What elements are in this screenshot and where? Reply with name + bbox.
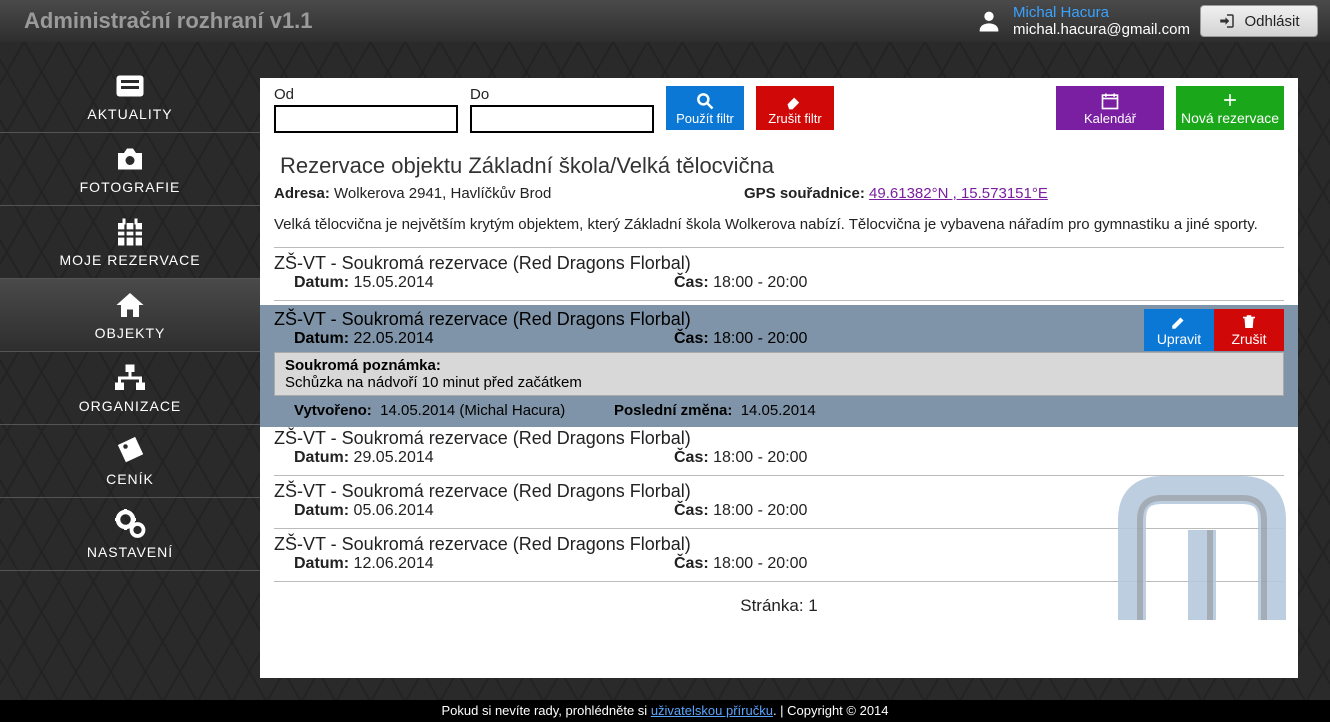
address-label: Adresa: (274, 185, 330, 202)
user-name: Michal Hacura (1013, 4, 1190, 21)
gps-label: GPS souřadnice: (744, 185, 865, 202)
nav-aktuality[interactable]: AKTUALITY (0, 60, 260, 133)
apply-filter-button[interactable]: Použít filtr (666, 86, 744, 130)
filter-to: Do (470, 86, 654, 133)
reservation-title: ZŠ-VT - Soukromá rezervace (Red Dragons … (274, 428, 1284, 449)
nav-nastaveni[interactable]: NASTAVENÍ (0, 498, 260, 571)
calendar-button[interactable]: Kalendář (1056, 86, 1164, 130)
objekty-icon (112, 287, 148, 323)
reservation-title: ZŠ-VT - Soukromá rezervace (Red Dragons … (274, 309, 1284, 330)
nav-label: OBJEKTY (0, 325, 260, 341)
sidebar: AKTUALITY FOTOGRAFIE MOJE REZERVACE OBJEKTY… (0, 60, 260, 571)
aktuality-icon (112, 68, 148, 104)
new-reservation-button[interactable]: Nová rezervace (1176, 86, 1284, 130)
reservation-title: ZŠ-VT - Soukromá rezervace (Red Dragons … (274, 253, 1284, 274)
nav-label: MOJE REZERVACE (0, 252, 260, 268)
nav-label: FOTOGRAFIE (0, 179, 260, 195)
nav-fotografie[interactable]: FOTOGRAFIE (0, 133, 260, 206)
reset-filter-button[interactable]: Zrušit filtr (756, 86, 834, 130)
nav-label: NASTAVENÍ (0, 544, 260, 560)
footer: Pokud si nevíte rady, prohlédněte si uži… (0, 700, 1330, 722)
reservation-row-selected[interactable]: ZŠ-VT - Soukromá rezervace (Red Dragons … (260, 305, 1298, 427)
fotografie-icon (112, 141, 148, 177)
plus-icon (1220, 90, 1240, 110)
user-block[interactable]: Michal Hacura michal.hacura@gmail.com (975, 4, 1190, 38)
nastaveni-icon (112, 506, 148, 542)
user-icon (975, 7, 1003, 35)
edit-button[interactable]: Upravit (1144, 309, 1214, 351)
nav-cenik[interactable]: CENÍK (0, 425, 260, 498)
from-input[interactable] (274, 105, 458, 133)
object-title: Rezervace objektu Základní škola/Velká t… (274, 139, 1284, 185)
address-value: Wolkerova 2941, Havlíčkův Brod (334, 185, 551, 202)
app-title: Administrační rozhraní v1.1 (0, 8, 975, 34)
to-label: Do (470, 86, 654, 103)
nav-label: CENÍK (0, 471, 260, 487)
calendar-icon (1100, 91, 1120, 111)
object-description: Velká tělocvična je největším krytým obj… (274, 210, 1284, 243)
to-input[interactable] (470, 105, 654, 133)
nav-label: ORGANIZACE (0, 398, 260, 414)
manual-link[interactable]: uživatelskou příručku (651, 703, 773, 718)
delete-button[interactable]: Zrušit (1214, 309, 1284, 351)
main-panel: Od Do Použít filtr Zrušit filtr Kalendář… (260, 78, 1298, 678)
reservation-row[interactable]: ZŠ-VT - Soukromá rezervace (Red Dragons … (274, 427, 1284, 471)
private-note: Soukromá poznámka:Schůzka na nádvoří 10 … (274, 352, 1284, 396)
nav-label: AKTUALITY (0, 106, 260, 122)
watermark-logo (1112, 470, 1292, 620)
organizace-icon (112, 360, 148, 396)
toolbar: Od Do Použít filtr Zrušit filtr Kalendář… (260, 78, 1298, 139)
reservation-row[interactable]: ZŠ-VT - Soukromá rezervace (Red Dragons … (274, 252, 1284, 296)
gps-link[interactable]: 49.61382°N , 15.573151°E (869, 185, 1048, 202)
eraser-icon (785, 91, 805, 111)
rezervace-icon (112, 214, 148, 250)
nav-objekty[interactable]: OBJEKTY (0, 279, 260, 352)
nav-rezervace[interactable]: MOJE REZERVACE (0, 206, 260, 279)
nav-organizace[interactable]: ORGANIZACE (0, 352, 260, 425)
search-icon (695, 91, 715, 111)
header: Administrační rozhraní v1.1 Michal Hacur… (0, 0, 1330, 42)
user-email: michal.hacura@gmail.com (1013, 21, 1190, 38)
logout-icon (1218, 12, 1236, 30)
cenik-icon (112, 433, 148, 469)
trash-icon (1240, 313, 1258, 331)
pencil-icon (1170, 313, 1188, 331)
filter-from: Od (274, 86, 458, 133)
logout-button[interactable]: Odhlásit (1200, 5, 1318, 37)
from-label: Od (274, 86, 458, 103)
